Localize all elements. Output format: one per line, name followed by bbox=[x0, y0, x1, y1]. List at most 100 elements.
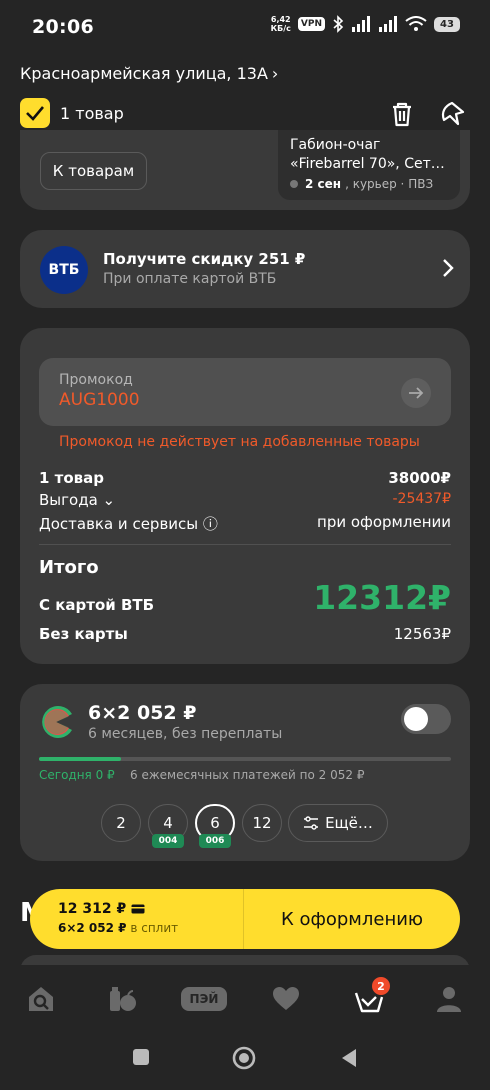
wifi-icon bbox=[405, 16, 427, 31]
bluetooth-icon bbox=[333, 15, 344, 33]
cart-badge: 2 bbox=[372, 977, 390, 995]
promo-error-message: Промокод не действует на добавленные тов… bbox=[59, 434, 420, 450]
recents-icon[interactable] bbox=[132, 1048, 150, 1066]
split-option-12[interactable]: 12 bbox=[242, 804, 282, 842]
home-button-icon[interactable] bbox=[232, 1046, 256, 1070]
product-name-line1: Габион-очаг bbox=[290, 137, 381, 153]
to-products-button[interactable]: К товарам bbox=[40, 152, 147, 190]
items-row: 1 товар 38000₽ bbox=[39, 469, 451, 487]
product-name-line2: «Firebarrel 70», Сет… bbox=[290, 156, 445, 172]
split-more-button[interactable]: Ещё… bbox=[288, 804, 388, 842]
promo-code-field[interactable]: Промокод AUG1000 bbox=[39, 358, 451, 426]
chevron-right-icon bbox=[443, 259, 454, 277]
order-card: К товарам Габион-очаг «Firebarrel 70», С… bbox=[20, 130, 470, 210]
checkout-price: 12 312 ₽ bbox=[58, 901, 145, 917]
checkout-split-suffix: в сплит bbox=[130, 921, 179, 935]
tab-favorites[interactable] bbox=[271, 985, 301, 1013]
tab-home[interactable] bbox=[26, 985, 56, 1013]
checkout-button[interactable]: К оформлению bbox=[244, 889, 460, 949]
with-card-total: 12312₽ bbox=[313, 578, 451, 617]
items-label: 1 товар bbox=[39, 469, 105, 487]
vtb-logo: ВТБ bbox=[40, 246, 88, 294]
select-all-checkbox[interactable] bbox=[20, 98, 50, 128]
delivery-services-value: при оформлении bbox=[317, 513, 451, 531]
status-icons: 6,42 КБ/с VPN 43 bbox=[271, 15, 460, 33]
promo-code-label: Промокод bbox=[59, 372, 133, 388]
benefit-row[interactable]: Выгода ⌄ -25437₽ bbox=[39, 491, 451, 509]
delivery-address[interactable]: Красноармейская улица, 13А › bbox=[20, 64, 278, 83]
without-card-value: 12563₽ bbox=[393, 625, 451, 643]
profile-icon bbox=[437, 987, 461, 1012]
filter-icon bbox=[304, 816, 319, 830]
split-payment-card: 6×2 052 ₽ 6 месяцев, без переплаты Сегод… bbox=[20, 684, 470, 861]
heart-icon bbox=[273, 987, 299, 1010]
vtb-offer-subtitle: При оплате картой ВТБ bbox=[103, 271, 277, 287]
checkout-split-info: 6×2 052 ₽ в сплит bbox=[58, 921, 178, 935]
delivery-address-text: Красноармейская улица, 13А bbox=[20, 64, 268, 83]
split-toggle[interactable] bbox=[401, 704, 451, 734]
promo-code-value[interactable]: AUG1000 bbox=[59, 390, 140, 410]
delivery-info: 2 сен , курьер · ПВЗ bbox=[290, 177, 448, 191]
product-item[interactable]: Габион-очаг «Firebarrel 70», Сет… 2 сен … bbox=[278, 130, 460, 200]
bottom-tab-bar: ПЭЙ 2 bbox=[0, 965, 490, 1030]
groceries-icon bbox=[110, 987, 136, 1011]
pay-icon: ПЭЙ bbox=[181, 987, 227, 1011]
checkout-bar: 12 312 ₽ 6×2 052 ₽ в сплит К оформлению bbox=[30, 889, 460, 949]
network-speed-unit: КБ/с bbox=[270, 24, 291, 33]
total-title: Итого bbox=[39, 557, 99, 578]
split-option-4-tag: 004 bbox=[152, 834, 184, 848]
checkout-price-block[interactable]: 12 312 ₽ 6×2 052 ₽ в сплит bbox=[30, 889, 244, 949]
delivery-date: 2 сен bbox=[305, 177, 342, 191]
split-amount: 6×2 052 ₽ bbox=[88, 702, 197, 724]
delivery-method: , курьер · ПВЗ bbox=[345, 177, 434, 191]
vtb-discount-banner[interactable]: ВТБ Получите скидку 251 ₽ При оплате кар… bbox=[20, 230, 470, 308]
benefit-value: -25437₽ bbox=[392, 491, 452, 507]
benefit-label: Выгода ⌄ bbox=[39, 491, 116, 509]
chevron-right-icon: › bbox=[271, 64, 279, 83]
without-card-label: Без карты bbox=[39, 625, 128, 643]
split-today: Сегодня 0 ₽ bbox=[39, 768, 115, 782]
with-card-label: С картой ВТБ bbox=[39, 596, 155, 614]
select-all-row[interactable]: 1 товар bbox=[20, 98, 124, 128]
split-subtitle: 6 месяцев, без переплаты bbox=[88, 726, 283, 742]
split-progress bbox=[39, 757, 451, 761]
tab-pay[interactable]: ПЭЙ bbox=[179, 985, 229, 1013]
home-search-icon bbox=[29, 987, 53, 1011]
battery-icon: 43 bbox=[434, 16, 460, 32]
signal-icon bbox=[352, 16, 370, 32]
selected-count-label: 1 товар bbox=[60, 103, 124, 123]
status-bar: 20:06 6,42 КБ/с VPN 43 bbox=[0, 0, 490, 56]
network-speed-value: 6,42 bbox=[270, 15, 291, 24]
back-icon[interactable] bbox=[340, 1048, 358, 1068]
split-option-2[interactable]: 2 bbox=[101, 804, 141, 842]
divider bbox=[39, 544, 451, 545]
toggle-knob bbox=[404, 707, 428, 731]
system-navigation-bar bbox=[0, 1030, 490, 1090]
checkmark-icon bbox=[26, 106, 44, 121]
delivery-row[interactable]: Доставка и сервисы ⓘ при оформлении bbox=[39, 513, 451, 534]
tab-profile[interactable] bbox=[434, 985, 464, 1013]
promo-apply-button[interactable] bbox=[401, 378, 431, 408]
items-value: 38000₽ bbox=[388, 469, 451, 487]
signal-icon-2 bbox=[379, 16, 397, 32]
split-payments-info: 6 ежемесячных платежей по 2 052 ₽ bbox=[130, 768, 365, 782]
tab-cart[interactable]: 2 bbox=[354, 977, 390, 1013]
split-option-6-tag: 006 bbox=[199, 834, 231, 848]
split-progress-fill bbox=[39, 757, 122, 761]
trash-icon[interactable] bbox=[386, 98, 418, 130]
arrow-right-icon bbox=[409, 387, 424, 399]
card-icon bbox=[131, 904, 145, 914]
network-speed: 6,42 КБ/с bbox=[271, 15, 291, 33]
split-logo-icon bbox=[42, 706, 72, 738]
status-time: 20:06 bbox=[32, 16, 94, 38]
status-dot-icon bbox=[290, 180, 298, 188]
tab-catalog[interactable] bbox=[107, 985, 137, 1013]
checkout-price-value: 12 312 ₽ bbox=[58, 901, 127, 917]
vpn-icon: VPN bbox=[297, 17, 325, 31]
share-icon[interactable] bbox=[436, 98, 468, 130]
without-card-row: Без карты 12563₽ bbox=[39, 625, 451, 643]
vtb-offer-title: Получите скидку 251 ₽ bbox=[103, 250, 306, 268]
delivery-services-label: Доставка и сервисы ⓘ bbox=[39, 515, 218, 533]
order-summary-card: Промокод AUG1000 Промокод не действует н… bbox=[20, 328, 470, 664]
checkout-split-amount: 6×2 052 ₽ bbox=[58, 921, 127, 935]
